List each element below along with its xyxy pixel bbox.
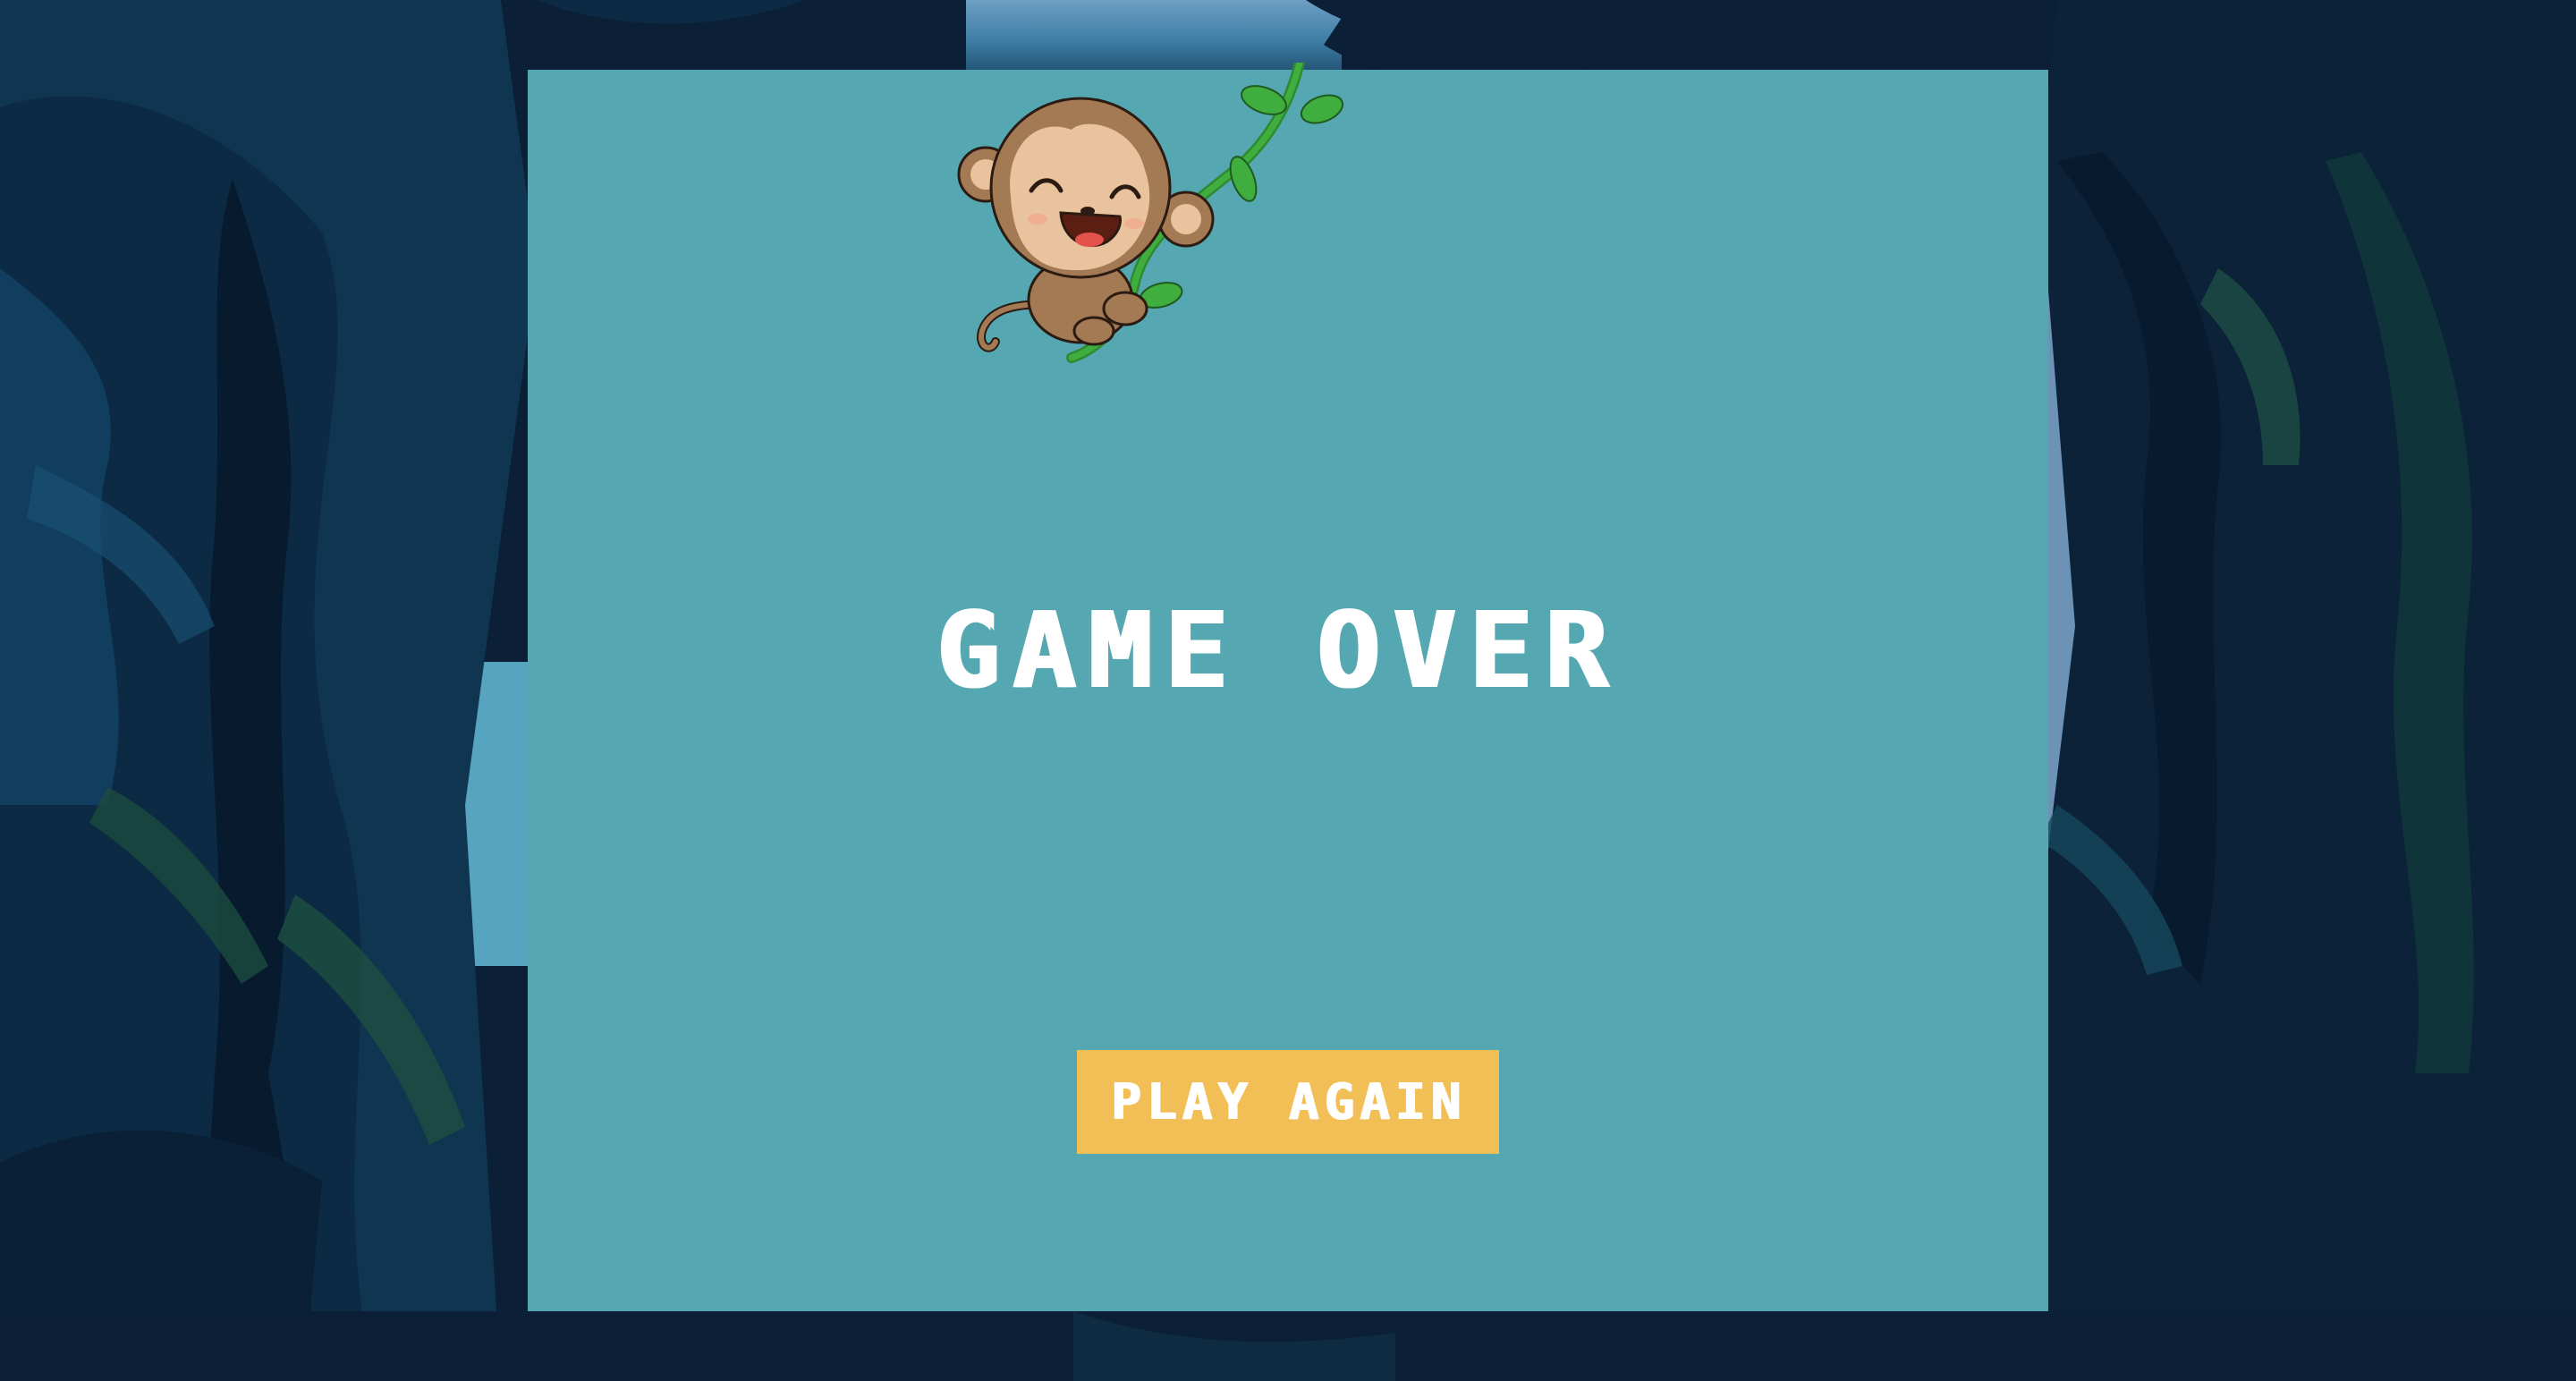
game-over-title: GAME OVER <box>935 589 1620 712</box>
game-over-panel: GAME OVER PLAY AGAIN <box>528 63 2048 1311</box>
game-screen: GAME OVER PLAY AGAIN <box>0 0 2576 1381</box>
monkey-on-vine-icon <box>957 63 1344 363</box>
play-again-button[interactable]: PLAY AGAIN <box>1077 1050 1499 1154</box>
